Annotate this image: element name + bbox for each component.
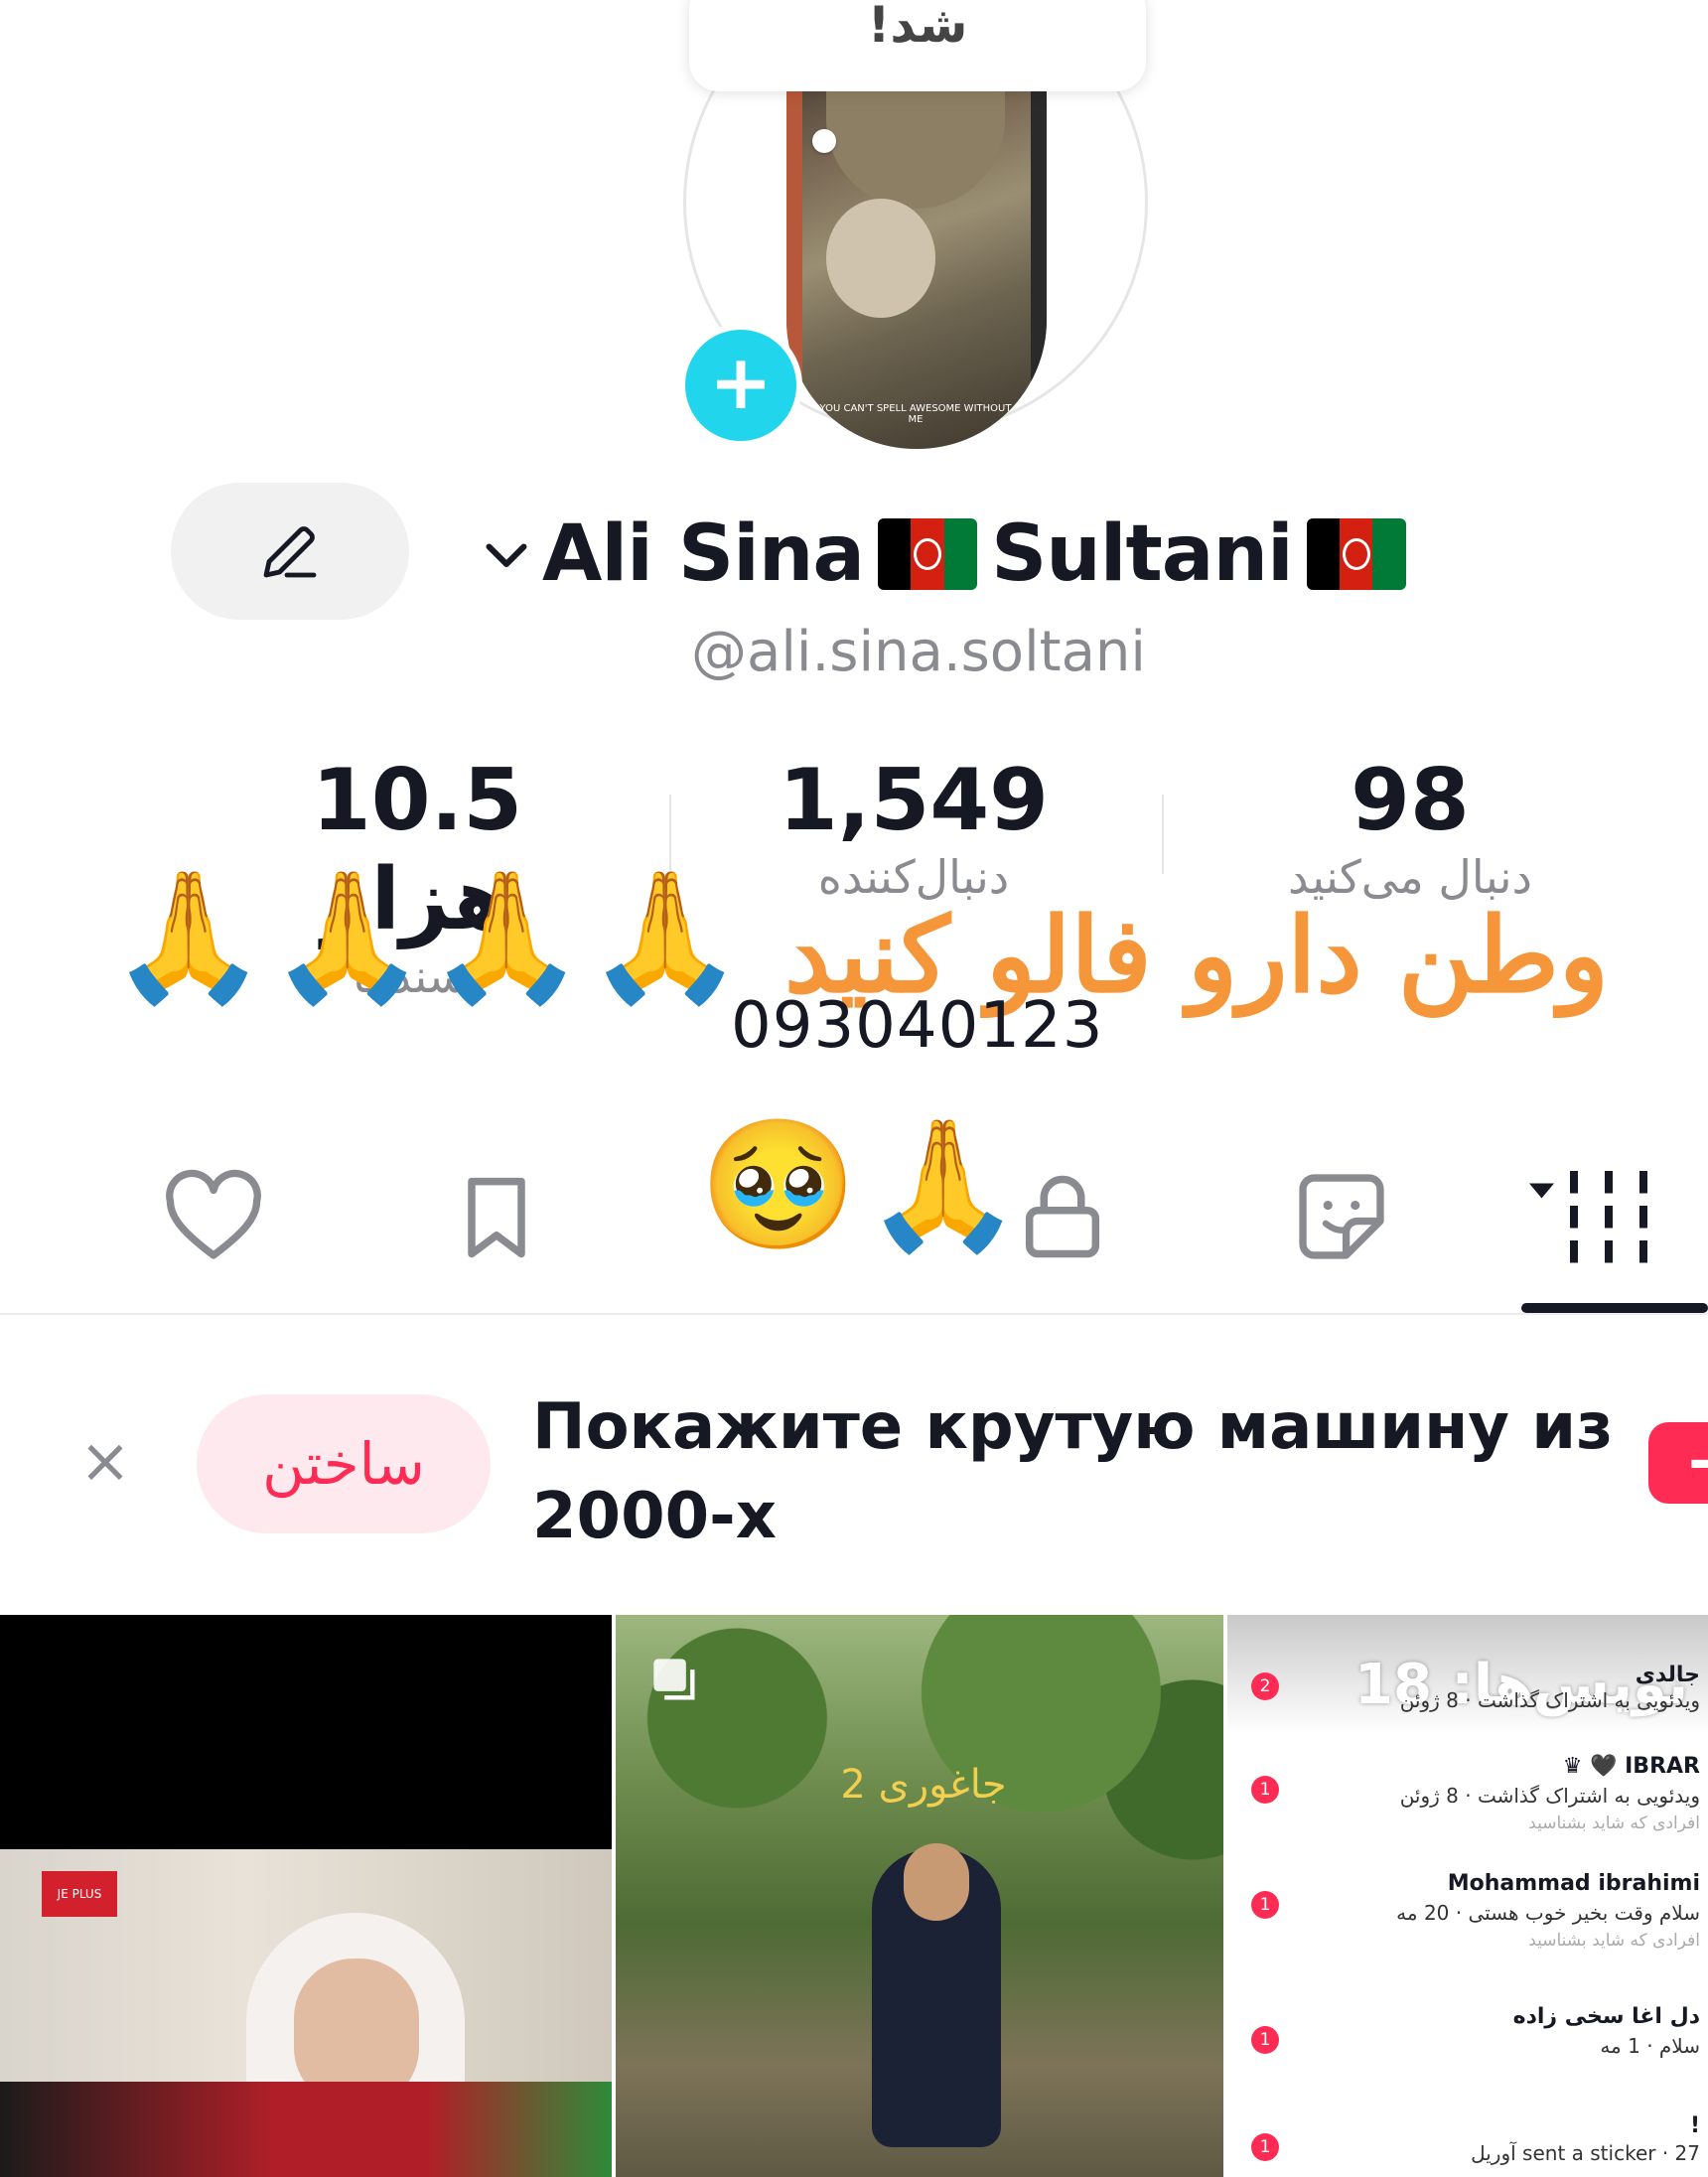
tab-videos[interactable] (1529, 1166, 1678, 1269)
sticker-icon (1299, 1174, 1384, 1259)
overlay-phone-number: 093040123 (731, 989, 1104, 1063)
multi-photo-icon (653, 1659, 695, 1700)
pencil-icon (263, 526, 317, 578)
tab-favorites[interactable] (447, 1162, 546, 1275)
close-banner-button[interactable]: × (79, 1430, 131, 1492)
chevron-down-icon[interactable] (477, 524, 536, 584)
create-button[interactable]: ساختن (197, 1394, 491, 1533)
video-thumbnail[interactable]: JE PLUS (0, 1615, 612, 2177)
video-thumbnail[interactable]: جاغوری 2 (616, 1615, 1223, 2177)
tab-divider (0, 1313, 1708, 1315)
username: @ali.sina.soltani (691, 620, 1146, 684)
banner-plus-button[interactable]: + (1648, 1422, 1708, 1504)
pray-emoji: 🙏 (586, 863, 745, 1011)
display-name-last: Sultani (991, 509, 1294, 599)
tab-liked[interactable] (159, 1162, 268, 1275)
stat-following[interactable]: 98 دنبال می‌کنید (1221, 751, 1599, 904)
tooltip-pointer-dot (812, 129, 836, 153)
following-count: 98 (1351, 751, 1470, 850)
tab-stickers[interactable] (1287, 1162, 1396, 1275)
pray-emoji: 🙏 (268, 863, 427, 1011)
stat-followers[interactable]: 1,549 دنبال‌کننده (725, 751, 1102, 904)
pray-emoji: 🙏 (427, 863, 586, 1011)
stat-divider (1162, 795, 1164, 874)
video-label: جاغوری 2 (840, 1762, 1007, 1808)
followers-count: 1,549 (778, 751, 1050, 850)
plus-icon: + (709, 338, 773, 426)
afghanistan-flag-icon (878, 518, 978, 590)
teary-emoji: 🥹 (699, 1111, 858, 1259)
avatar-caption: YOU CAN'T SPELL AWESOME WITHOUT ME (819, 403, 1012, 425)
pray-emoji: 🙏 (109, 863, 268, 1011)
grid-icon (1529, 1171, 1647, 1263)
afghanistan-flag-icon (1306, 518, 1406, 590)
banner-prompt: Покажите крутую машину из 2000-х (532, 1390, 1614, 1553)
display-name-first: Ali Sina (542, 509, 865, 599)
bookmark-icon (468, 1177, 525, 1258)
heart-icon (166, 1169, 261, 1259)
add-avatar-button[interactable]: + (679, 324, 802, 447)
avatar[interactable]: YOU CAN'T SPELL AWESOME WITHOUT ME (786, 60, 1047, 449)
tab-private[interactable] (1013, 1162, 1112, 1275)
stat-divider (669, 795, 671, 874)
lock-icon (1025, 1175, 1100, 1258)
channel-logo: JE PLUS (42, 1871, 117, 1917)
pray-emoji: 🙏 (864, 1111, 1023, 1259)
video-thumbnail[interactable]: نویس‌ها: 18 2 جالدی ویدئویی به اشتراک گذ… (1227, 1615, 1708, 2177)
display-name-row[interactable]: Ali Sina Sultani (477, 505, 1414, 604)
edit-profile-button[interactable] (171, 483, 409, 620)
tooltip-text: !شد (867, 0, 968, 54)
active-tab-indicator (1521, 1303, 1708, 1313)
